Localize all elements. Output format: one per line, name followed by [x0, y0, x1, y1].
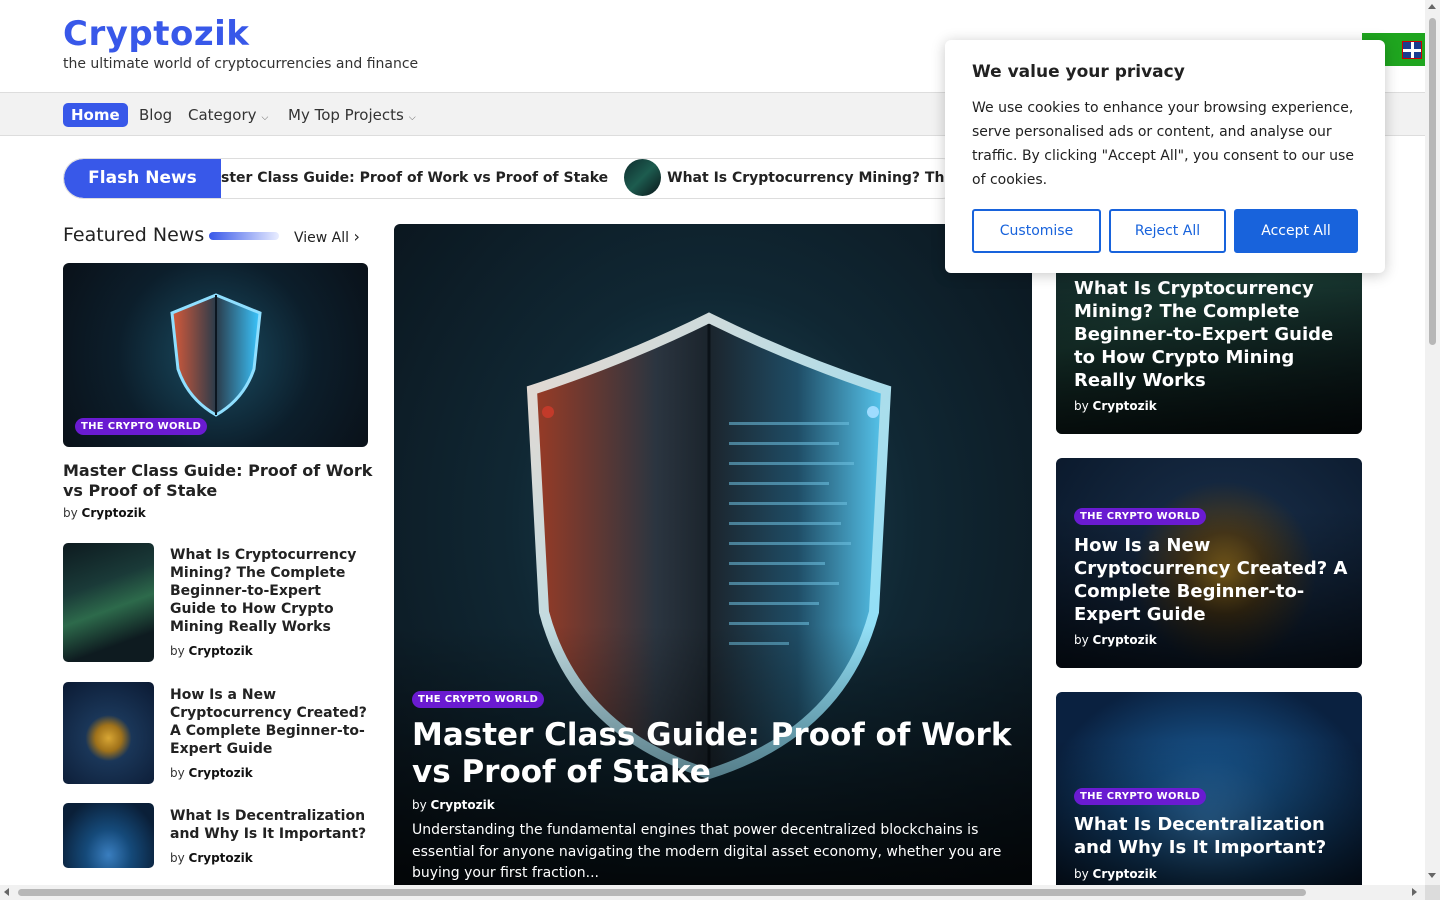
author-link[interactable]: Cryptozik: [189, 851, 253, 865]
featured-section-title: Featured News: [63, 224, 205, 246]
scroll-right-arrow-icon[interactable]: [1412, 888, 1417, 896]
shield-illustration: [170, 293, 262, 417]
hero-byline: by Cryptozik: [412, 798, 495, 812]
cookie-consent-dialog: We value your privacy We use cookies to …: [945, 40, 1385, 273]
site-tagline: the ultimate world of cryptocurrencies a…: [63, 56, 419, 72]
flash-news-ticker: ster Class Guide: Proof of Work vs Proof…: [63, 158, 963, 199]
vertical-scrollbar-thumb[interactable]: [1429, 18, 1436, 345]
accept-all-button[interactable]: Accept All: [1234, 209, 1358, 253]
chevron-down-icon: ⌵: [261, 113, 269, 123]
category-badge[interactable]: THE CRYPTO WORLD: [1074, 788, 1207, 805]
byline-prefix: by: [412, 798, 427, 812]
chevron-right-icon: ›: [353, 227, 360, 246]
list-item: What Is Decentralization and Why Is It I…: [63, 803, 368, 868]
card-title[interactable]: How Is a New Cryptocurrency Created? A C…: [1074, 534, 1349, 626]
scrollbar-corner: [1425, 885, 1440, 900]
section-title-decoration: [209, 232, 279, 240]
author-link[interactable]: Cryptozik: [431, 798, 495, 812]
view-all-link[interactable]: View All ›: [294, 227, 360, 246]
nav-item-blog[interactable]: Blog: [139, 103, 172, 127]
author-link[interactable]: Cryptozik: [1093, 867, 1157, 881]
author-link[interactable]: Cryptozik: [1093, 633, 1157, 647]
featured-article-image[interactable]: THE CRYPTO WORLD: [63, 263, 368, 447]
category-badge[interactable]: THE CRYPTO WORLD: [75, 418, 208, 435]
author-link[interactable]: Cryptozik: [82, 506, 146, 520]
hero-excerpt: Understanding the fundamental engines th…: [412, 822, 1002, 881]
scroll-up-arrow-icon[interactable]: [1428, 4, 1436, 9]
card-title[interactable]: What Is Cryptocurrency Mining? The Compl…: [1074, 277, 1349, 392]
article-thumbnail[interactable]: [63, 682, 154, 784]
site-logo[interactable]: Cryptozik: [63, 14, 249, 54]
byline-prefix: by: [170, 766, 185, 780]
featured-article-title[interactable]: Master Class Guide: Proof of Work vs Pro…: [63, 461, 373, 501]
nav-item-home[interactable]: Home: [63, 103, 128, 127]
nav-item-category[interactable]: Category ⌵: [188, 103, 268, 127]
reject-all-button[interactable]: Reject All: [1109, 209, 1226, 253]
article-title[interactable]: How Is a New Cryptocurrency Created? A C…: [170, 686, 370, 758]
byline-prefix: by: [1074, 867, 1089, 881]
author-link[interactable]: Cryptozik: [1093, 399, 1157, 413]
card-byline: by Cryptozik: [1074, 633, 1157, 647]
article-byline: by Cryptozik: [170, 644, 253, 658]
article-title[interactable]: What Is Cryptocurrency Mining? The Compl…: [170, 546, 370, 636]
card-title[interactable]: What Is Decentralization and Why Is It I…: [1074, 813, 1349, 859]
scroll-down-arrow-icon[interactable]: [1428, 873, 1436, 878]
byline-prefix: by: [170, 851, 185, 865]
flash-news-label: Flash News: [64, 159, 221, 198]
article-byline: by Cryptozik: [170, 766, 253, 780]
article-thumbnail[interactable]: [63, 543, 154, 662]
flash-news-thumbnail[interactable]: [624, 159, 662, 196]
flash-news-item[interactable]: What Is Cryptocurrency Mining? The Compl…: [667, 159, 962, 198]
horizontal-scrollbar-thumb[interactable]: [18, 889, 1306, 896]
hero-article[interactable]: THE CRYPTO WORLD Master Class Guide: Pro…: [394, 224, 1032, 885]
vertical-scrollbar[interactable]: [1425, 0, 1440, 885]
side-article-card[interactable]: THE CRYPTO WORLD How Is a New Cryptocurr…: [1056, 458, 1362, 668]
byline-prefix: by: [1074, 633, 1089, 647]
flash-news-track: ster Class Guide: Proof of Work vs Proof…: [221, 159, 962, 198]
nav-label: My Top Projects: [288, 106, 404, 124]
card-byline: by Cryptozik: [1074, 399, 1157, 413]
list-item: How Is a New Cryptocurrency Created? A C…: [63, 682, 368, 784]
chevron-down-icon: ⌵: [408, 113, 416, 123]
nav-label: Blog: [139, 106, 173, 124]
byline-prefix: by: [170, 644, 185, 658]
nav-item-my-top-projects[interactable]: My Top Projects ⌵: [288, 103, 416, 127]
author-link[interactable]: Cryptozik: [189, 766, 253, 780]
nav-label: Category: [188, 106, 257, 124]
article-title[interactable]: What Is Decentralization and Why Is It I…: [170, 807, 370, 843]
card-byline: by Cryptozik: [1074, 867, 1157, 881]
scroll-left-arrow-icon[interactable]: [4, 888, 9, 896]
cookie-title: We value your privacy: [972, 62, 1185, 82]
byline-prefix: by: [63, 506, 78, 520]
author-link[interactable]: Cryptozik: [189, 644, 253, 658]
customise-button[interactable]: Customise: [972, 209, 1101, 253]
category-badge[interactable]: THE CRYPTO WORLD: [412, 691, 545, 708]
list-item: What Is Cryptocurrency Mining? The Compl…: [63, 543, 368, 663]
cookie-text: We use cookies to enhance your browsing …: [972, 100, 1354, 188]
uk-flag-icon[interactable]: [1402, 41, 1422, 59]
byline-prefix: by: [1074, 399, 1089, 413]
horizontal-scrollbar[interactable]: [0, 885, 1425, 900]
category-badge[interactable]: THE CRYPTO WORLD: [1074, 508, 1207, 525]
side-article-card[interactable]: THE CRYPTO WORLD What Is Decentralizatio…: [1056, 692, 1362, 885]
view-all-label: View All: [294, 230, 350, 246]
flash-news-item[interactable]: ster Class Guide: Proof of Work vs Proof…: [221, 159, 608, 198]
article-thumbnail[interactable]: [63, 803, 154, 868]
featured-article-byline: by Cryptozik: [63, 506, 146, 520]
article-byline: by Cryptozik: [170, 851, 253, 865]
nav-label: Home: [71, 106, 120, 124]
hero-article-title[interactable]: Master Class Guide: Proof of Work vs Pro…: [412, 717, 1012, 791]
